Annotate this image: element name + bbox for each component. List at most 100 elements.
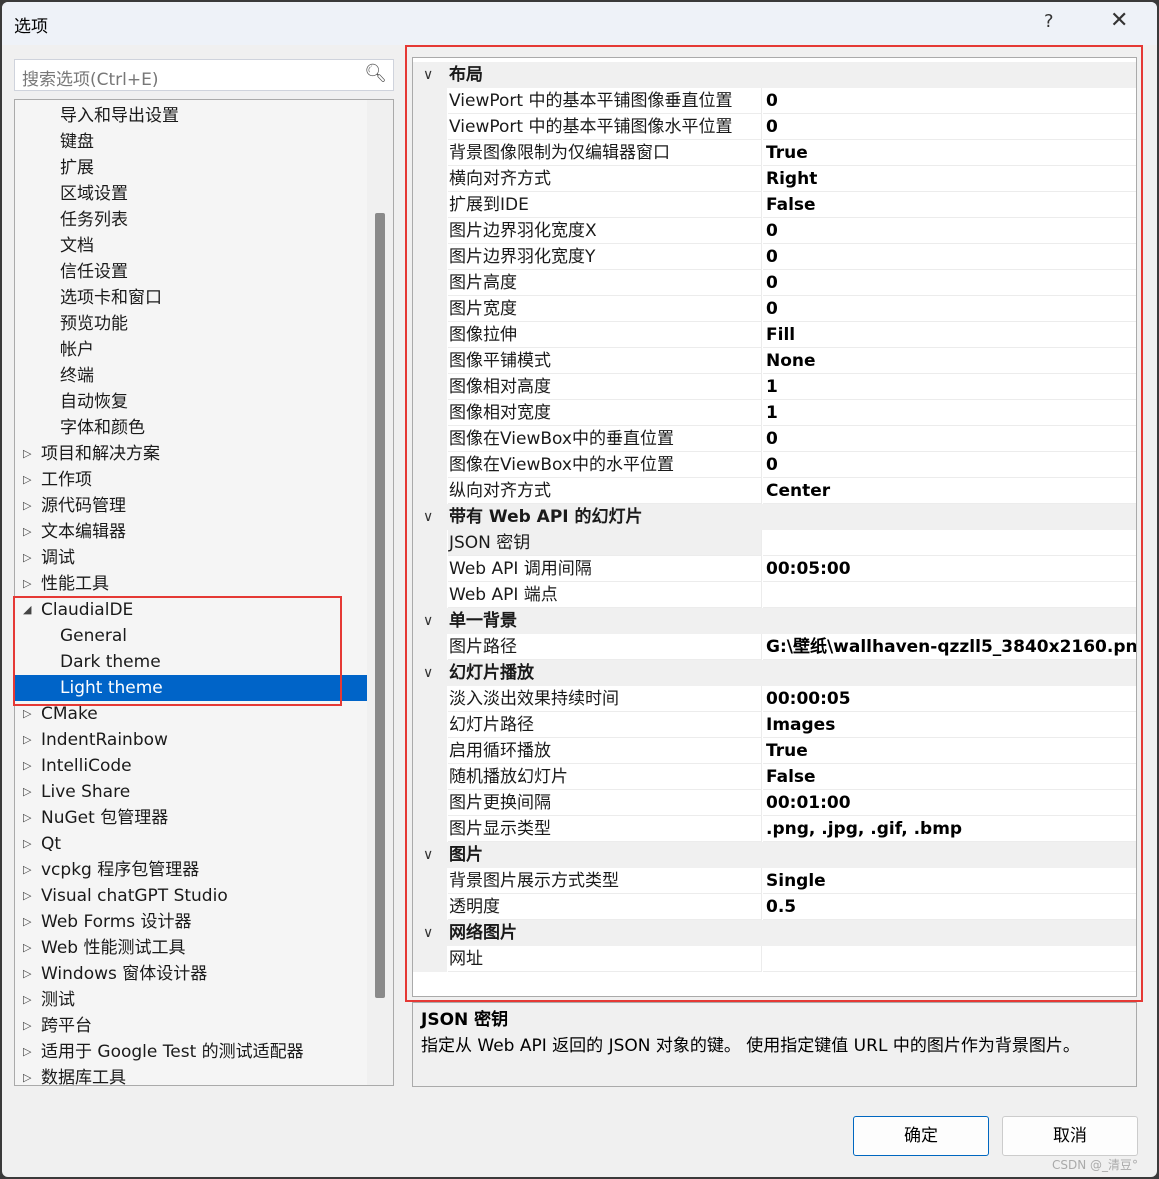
tree-item-label: 区域设置 [60,184,128,204]
collapsed-triangle-icon[interactable]: ▷ [23,805,31,831]
tree-item[interactable]: ▷ Windows 窗体设计器 [15,961,367,987]
search-placeholder: 搜索选项(Ctrl+E) [22,70,159,90]
collapsed-triangle-icon[interactable]: ▷ [23,909,31,935]
tree-item-label: 键盘 [60,132,94,152]
tree-item-label: 导入和导出设置 [60,106,179,126]
tree-scrollbar[interactable] [367,100,393,1085]
tree-item-label: 字体和颜色 [60,418,145,438]
collapsed-triangle-icon[interactable]: ▷ [23,753,31,779]
tree-item[interactable]: 键盘 [15,129,367,155]
search-input[interactable]: 搜索选项(Ctrl+E) 🔍︎ [14,59,394,91]
tree-item[interactable]: ▷ IndentRainbow [15,727,367,753]
collapsed-triangle-icon[interactable]: ▷ [23,467,31,493]
options-dialog: 选项 ? ✕ 搜索选项(Ctrl+E) 🔍︎ 导入和导出设置 键盘扩展区域设置任务… [2,2,1157,1177]
tree-item-label: 任务列表 [60,210,128,230]
tree-item-label: Web 性能测试工具 [41,938,186,958]
collapsed-triangle-icon[interactable]: ▷ [23,987,31,1013]
tree-item-label: IntelliCode [41,756,132,776]
tree-item-label: 信任设置 [60,262,128,282]
tree-item[interactable]: ▷ 源代码管理 [15,493,367,519]
tree-item[interactable]: ▷ 跨平台 [15,1013,367,1039]
collapsed-triangle-icon[interactable]: ▷ [23,857,31,883]
tree-item[interactable]: ▷ 项目和解决方案 [15,441,367,467]
collapsed-triangle-icon[interactable]: ▷ [23,1013,31,1039]
tree-item[interactable]: 预览功能 [15,311,367,337]
tree-item-label: 帐户 [60,340,94,360]
tree-item[interactable]: 文档 [15,233,367,259]
tree-item-label: 预览功能 [60,314,128,334]
tree-item[interactable]: ▷ vcpkg 程序包管理器 [15,857,367,883]
collapsed-triangle-icon[interactable]: ▷ [23,441,31,467]
tree-item-label: 适用于 Google Test 的测试适配器 [41,1042,304,1062]
cancel-button[interactable]: 取消 [1002,1116,1138,1156]
tree-item[interactable]: 选项卡和窗口 [15,285,367,311]
collapsed-triangle-icon[interactable]: ▷ [23,519,31,545]
tree-item-label: Web Forms 设计器 [41,912,192,932]
tree-item[interactable]: 导入和导出设置 [15,103,367,129]
tree-item-label: 调试 [41,548,75,568]
tree-item-label: 扩展 [60,158,94,178]
tree-item[interactable]: ▷ 数据库工具 [15,1065,367,1086]
tree-item-label: Visual chatGPT Studio [41,886,228,906]
collapsed-triangle-icon[interactable]: ▷ [23,571,31,597]
collapsed-triangle-icon[interactable]: ▷ [23,493,31,519]
collapsed-triangle-icon[interactable]: ▷ [23,1065,31,1085]
collapsed-triangle-icon[interactable]: ▷ [23,831,31,857]
tree-item-label: 跨平台 [41,1016,92,1036]
tree-item[interactable]: 终端 [15,363,367,389]
tree-item[interactable]: ▷ 测试 [15,987,367,1013]
description-title: JSON 密钥 [421,1010,509,1030]
tree-item[interactable]: ▷ Live Share [15,779,367,805]
collapsed-triangle-icon[interactable]: ▷ [23,779,31,805]
options-tree: 导入和导出设置 键盘扩展区域设置任务列表文档信任设置选项卡和窗口预览功能帐户终端自… [14,99,394,1086]
collapsed-triangle-icon[interactable]: ▷ [23,1039,31,1065]
tree-item[interactable]: ▷ 文本编辑器 [15,519,367,545]
tree-item-label: 工作项 [41,470,92,490]
tree-item[interactable]: 任务列表 [15,207,367,233]
tree-item-label: 自动恢复 [60,392,128,412]
tree-item-label: NuGet 包管理器 [41,808,169,828]
collapsed-triangle-icon[interactable]: ▷ [23,883,31,909]
tree-item-label: Windows 窗体设计器 [41,964,208,984]
collapsed-triangle-icon[interactable]: ▷ [23,545,31,571]
highlight-box-grid [405,45,1143,1002]
tree-item-label: 项目和解决方案 [41,444,160,464]
tree-item[interactable]: ▷ 调试 [15,545,367,571]
help-button[interactable]: ? [1044,11,1054,32]
tree-item[interactable]: ▷ 性能工具 [15,571,367,597]
collapsed-triangle-icon[interactable]: ▷ [23,727,31,753]
tree-item-label: IndentRainbow [41,730,168,750]
tree-item[interactable]: 区域设置 [15,181,367,207]
scrollbar-thumb[interactable] [375,213,385,998]
title-bar: 选项 ? ✕ [2,2,1157,45]
description-text: 指定从 Web API 返回的 JSON 对象的键。 使用指定键值 URL 中的… [421,1036,1080,1056]
tree-item-label: 终端 [60,366,94,386]
tree-item[interactable]: ▷ Qt [15,831,367,857]
tree-item-label: vcpkg 程序包管理器 [41,860,200,880]
search-icon[interactable]: 🔍︎ [364,63,387,84]
tree-item[interactable]: ▷ 适用于 Google Test 的测试适配器 [15,1039,367,1065]
close-button[interactable]: ✕ [1110,8,1128,33]
tree-item[interactable]: ▷ 工作项 [15,467,367,493]
tree-item[interactable]: 自动恢复 [15,389,367,415]
tree-item-label: 性能工具 [41,574,109,594]
collapsed-triangle-icon[interactable]: ▷ [23,961,31,987]
highlight-box-tree [13,596,342,706]
ok-button[interactable]: 确定 [853,1116,989,1156]
tree-item[interactable]: 扩展 [15,155,367,181]
tree-item[interactable]: 字体和颜色 [15,415,367,441]
tree-item[interactable]: ▷ IntelliCode [15,753,367,779]
tree-item-label: Live Share [41,782,131,802]
tree-item-label: 文本编辑器 [41,522,126,542]
tree-item-label: 源代码管理 [41,496,126,516]
tree-item-label: 数据库工具 [41,1068,126,1086]
tree-item[interactable]: 信任设置 [15,259,367,285]
tree-item[interactable]: 帐户 [15,337,367,363]
tree-item[interactable]: ▷ NuGet 包管理器 [15,805,367,831]
watermark: CSDN @_清豆° [1052,1158,1139,1172]
collapsed-triangle-icon[interactable]: ▷ [23,935,31,961]
tree-item[interactable]: ▷ Web 性能测试工具 [15,935,367,961]
tree-item[interactable]: ▷ Visual chatGPT Studio [15,883,367,909]
description-panel: JSON 密钥 指定从 Web API 返回的 JSON 对象的键。 使用指定键… [412,1002,1137,1087]
tree-item[interactable]: ▷ Web Forms 设计器 [15,909,367,935]
